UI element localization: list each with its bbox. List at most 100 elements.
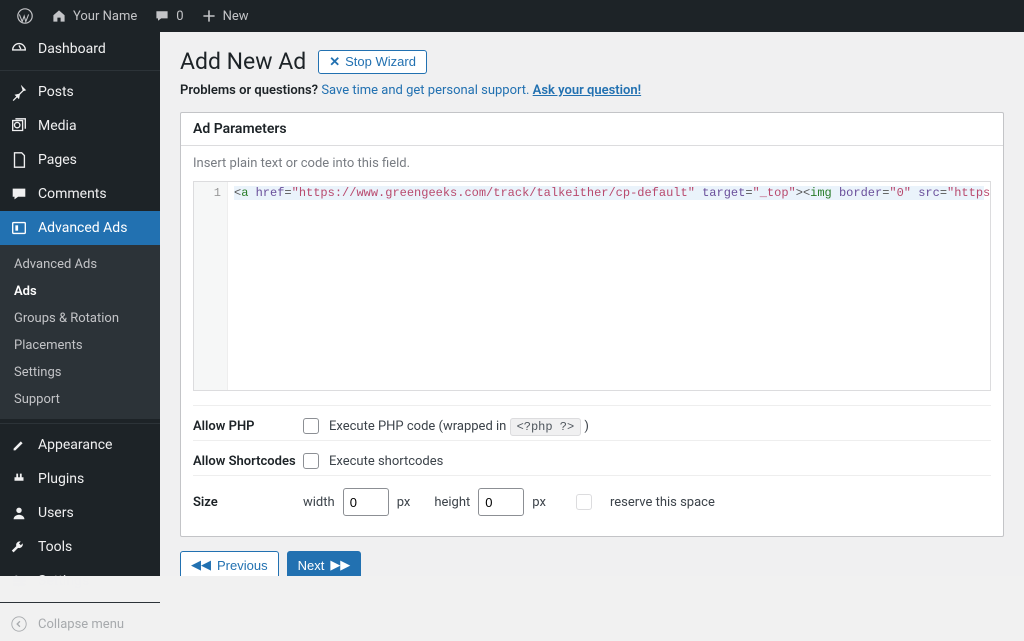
postbox-title: Ad Parameters	[181, 113, 1003, 146]
sidebar-item-label: Posts	[38, 84, 74, 100]
ads-icon	[10, 219, 28, 237]
comments-count: 0	[176, 9, 183, 24]
sidebar-item-plugins[interactable]: Plugins	[0, 462, 160, 496]
submenu-item-placements[interactable]: Placements	[0, 332, 160, 359]
comment-icon	[10, 185, 28, 203]
page-content: Add New Ad ✕ Stop Wizard Problems or que…	[160, 32, 1024, 576]
collapse-menu[interactable]: Collapse menu	[0, 607, 160, 641]
dashboard-icon	[10, 40, 28, 58]
px-label: px	[397, 495, 411, 510]
code-editor[interactable]: 1 <a href="https://www.greengeeks.com/tr…	[193, 181, 991, 391]
sidebar-item-tools[interactable]: Tools	[0, 530, 160, 564]
ad-parameters-postbox: Ad Parameters Insert plain text or code …	[180, 112, 1004, 537]
sidebar-item-label: Media	[38, 118, 77, 134]
previous-button[interactable]: ◀◀ Previous	[180, 551, 279, 576]
sidebar-item-label: Pages	[38, 152, 77, 168]
sidebar-item-label: Settings	[38, 573, 89, 589]
site-name-label: Your Name	[73, 9, 137, 24]
stop-wizard-button[interactable]: ✕ Stop Wizard	[318, 50, 427, 74]
sidebar-item-label: Users	[38, 505, 74, 521]
sidebar-item-advanced-ads[interactable]: Advanced Ads	[0, 211, 160, 245]
size-row: Size width px height px reserve this spa…	[193, 475, 991, 522]
sidebar-item-label: Dashboard	[38, 41, 106, 57]
submenu-item-overview[interactable]: Advanced Ads	[0, 251, 160, 278]
line-gutter: 1	[194, 182, 228, 390]
next-button[interactable]: Next ▶▶	[287, 551, 362, 576]
allow-shortcodes-row: Allow Shortcodes Execute shortcodes	[193, 440, 991, 475]
sidebar-submenu: Advanced Ads Ads Groups & Rotation Place…	[0, 245, 160, 419]
site-name-link[interactable]: Your Name	[42, 0, 145, 32]
home-icon	[50, 7, 68, 25]
sidebar-item-label: Appearance	[38, 437, 112, 453]
submenu-item-settings[interactable]: Settings	[0, 359, 160, 386]
sidebar-item-users[interactable]: Users	[0, 496, 160, 530]
submenu-item-ads[interactable]: Ads	[0, 278, 160, 305]
previous-label: Previous	[217, 558, 268, 573]
php-pill: <?php ?>	[510, 418, 582, 436]
menu-separator	[0, 598, 160, 603]
sidebar-item-pages[interactable]: Pages	[0, 143, 160, 177]
sidebar-item-label: Advanced Ads	[38, 220, 127, 236]
pin-icon	[10, 83, 28, 101]
reserve-space-checkbox[interactable]	[576, 494, 592, 510]
page-icon	[10, 151, 28, 169]
code-area[interactable]: <a href="https://www.greengeeks.com/trac…	[228, 182, 990, 390]
sidebar-item-label: Comments	[38, 186, 107, 202]
allow-shortcodes-checkbox[interactable]	[303, 453, 319, 469]
submenu-item-support[interactable]: Support	[0, 386, 160, 413]
sidebar-item-comments[interactable]: Comments	[0, 177, 160, 211]
wordpress-icon	[16, 7, 34, 25]
users-icon	[10, 504, 28, 522]
allow-php-label: Allow PHP	[193, 419, 303, 434]
media-icon	[10, 117, 28, 135]
wp-logo[interactable]	[8, 0, 42, 32]
height-label: height	[434, 495, 470, 510]
forward-icon: ▶▶	[330, 557, 350, 573]
width-input[interactable]	[343, 488, 389, 516]
sidebar-item-posts[interactable]: Posts	[0, 75, 160, 109]
collapse-icon	[10, 615, 28, 633]
allow-php-text: Execute PHP code (wrapped in <?php ?> )	[329, 419, 589, 434]
sliders-icon	[10, 572, 28, 590]
new-label: New	[223, 9, 249, 24]
comment-icon	[153, 7, 171, 25]
sidebar-item-label: Plugins	[38, 471, 84, 487]
brush-icon	[10, 436, 28, 454]
new-content-link[interactable]: New	[192, 0, 257, 32]
sidebar-item-settings[interactable]: Settings	[0, 564, 160, 598]
size-label: Size	[193, 495, 303, 510]
sidebar-item-media[interactable]: Media	[0, 109, 160, 143]
admin-sidebar: Dashboard Posts Media Pages Comments Adv…	[0, 32, 160, 576]
allow-shortcodes-text: Execute shortcodes	[329, 454, 443, 469]
postbox-body: Insert plain text or code into this fiel…	[181, 146, 1003, 536]
wizard-nav: ◀◀ Previous Next ▶▶	[180, 551, 1004, 576]
help-line: Problems or questions? Save time and get…	[180, 83, 1004, 98]
ask-question-link[interactable]: Ask your question!	[533, 83, 641, 98]
allow-php-checkbox[interactable]	[303, 418, 319, 434]
allow-shortcodes-label: Allow Shortcodes	[193, 454, 303, 469]
sidebar-item-appearance[interactable]: Appearance	[0, 428, 160, 462]
height-input[interactable]	[478, 488, 524, 516]
width-label: width	[303, 495, 335, 510]
sidebar-item-label: Tools	[38, 539, 72, 555]
admin-bar: Your Name 0 New	[0, 0, 1024, 32]
field-hint: Insert plain text or code into this fiel…	[193, 156, 991, 171]
plugin-icon	[10, 470, 28, 488]
help-prefix: Problems or questions?	[180, 83, 318, 98]
line-number: 1	[194, 186, 221, 200]
size-inputs: width px height px reserve this space	[303, 488, 715, 516]
page-title: Add New Ad	[180, 48, 306, 75]
next-label: Next	[298, 558, 325, 573]
help-support-link[interactable]: Save time and get personal support.	[321, 83, 529, 98]
menu-separator	[0, 66, 160, 71]
rewind-icon: ◀◀	[191, 557, 211, 573]
reserve-space-label: reserve this space	[610, 495, 715, 510]
sidebar-item-dashboard[interactable]: Dashboard	[0, 32, 160, 66]
stop-wizard-label: Stop Wizard	[345, 54, 416, 69]
collapse-label: Collapse menu	[38, 617, 124, 632]
close-icon: ✕	[329, 54, 340, 70]
px-label: px	[532, 495, 546, 510]
comments-link[interactable]: 0	[145, 0, 191, 32]
plus-icon	[200, 7, 218, 25]
submenu-item-groups[interactable]: Groups & Rotation	[0, 305, 160, 332]
